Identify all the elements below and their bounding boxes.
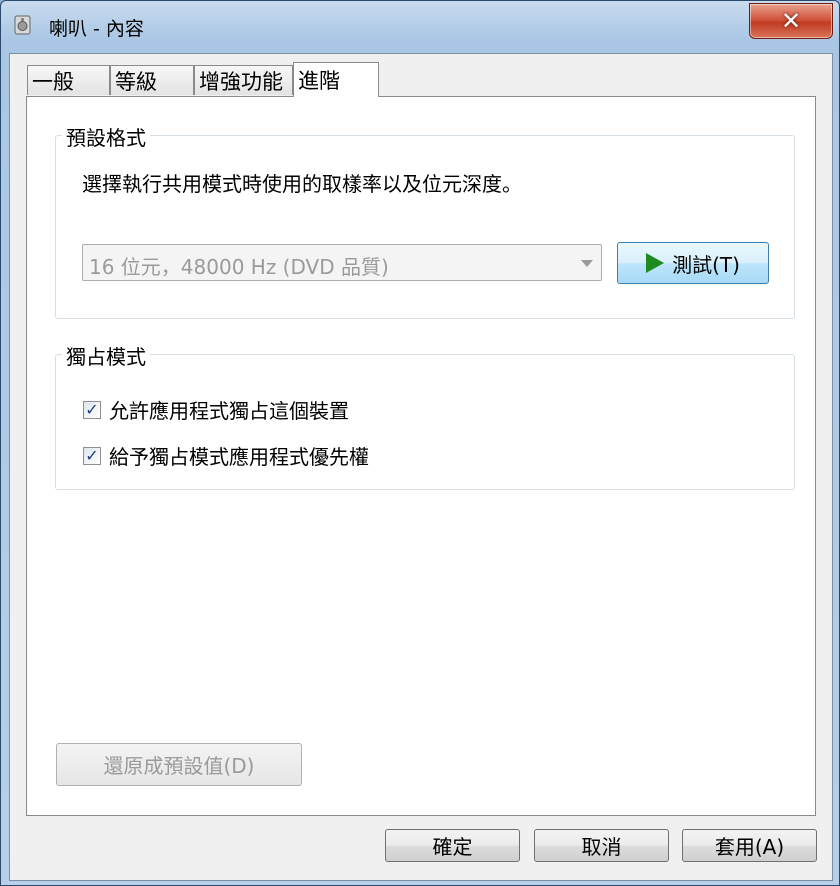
apply-button[interactable]: 套用(A) — [682, 829, 817, 862]
tab-general[interactable]: 一般 — [27, 65, 110, 95]
properties-window: 喇叭 - 內容 ✕ 一般 等級 增強功能 進階 預設格式 選擇執行共用模式時使用… — [0, 0, 840, 886]
restore-defaults-button[interactable]: 還原成預設值(D) — [56, 743, 302, 786]
priority-exclusive-label: 給予獨占模式應用程式優先權 — [109, 445, 369, 469]
cancel-button-label: 取消 — [581, 835, 622, 859]
title-bar[interactable]: 喇叭 - 內容 ✕ — [1, 1, 839, 51]
exclusive-mode-label: 獨占模式 — [62, 341, 150, 370]
speaker-icon — [13, 15, 33, 35]
tab-label: 一般 — [32, 69, 74, 94]
ok-button[interactable]: 確定 — [385, 829, 520, 862]
ok-button-label: 確定 — [432, 835, 473, 859]
window-title: 喇叭 - 內容 — [49, 18, 144, 40]
priority-exclusive-checkbox-row[interactable]: ✓ 給予獨占模式應用程式優先權 — [83, 441, 369, 470]
close-icon: ✕ — [780, 7, 802, 35]
chevron-down-icon — [581, 260, 593, 267]
advanced-tab-panel: 預設格式 選擇執行共用模式時使用的取樣率以及位元深度。 16 位元，48000 … — [26, 96, 816, 816]
close-button[interactable]: ✕ — [749, 3, 833, 39]
tab-label: 等級 — [115, 69, 157, 94]
test-button[interactable]: 測試(T) — [617, 242, 769, 284]
allow-exclusive-checkbox-row[interactable]: ✓ 允許應用程式獨占這個裝置 — [83, 395, 349, 424]
tab-levels[interactable]: 等級 — [110, 65, 194, 95]
play-icon — [646, 253, 665, 273]
default-format-group: 預設格式 — [55, 122, 795, 319]
test-button-label: 測試(T) — [672, 252, 740, 277]
restore-defaults-label: 還原成預設值(D) — [103, 754, 255, 778]
tab-label: 增強功能 — [199, 69, 283, 94]
apply-button-label: 套用(A) — [714, 835, 785, 859]
allow-exclusive-checkbox[interactable]: ✓ — [83, 400, 101, 419]
sample-rate-selected-value: 16 位元，48000 Hz (DVD 品質) — [89, 255, 389, 279]
allow-exclusive-label: 允許應用程式獨占這個裝置 — [109, 399, 349, 423]
default-format-description: 選擇執行共用模式時使用的取樣率以及位元深度。 — [82, 172, 522, 196]
sample-rate-dropdown[interactable]: 16 位元，48000 Hz (DVD 品質) — [82, 244, 602, 281]
tab-label: 進階 — [298, 69, 340, 93]
tab-advanced[interactable]: 進階 — [293, 62, 379, 97]
priority-exclusive-checkbox[interactable]: ✓ — [83, 446, 101, 465]
tab-enhancements[interactable]: 增強功能 — [194, 65, 293, 95]
dialog-client-area: 一般 等級 增強功能 進階 預設格式 選擇執行共用模式時使用的取樣率以及位元深度… — [9, 53, 833, 881]
cancel-button[interactable]: 取消 — [534, 829, 669, 862]
default-format-label: 預設格式 — [62, 122, 150, 151]
